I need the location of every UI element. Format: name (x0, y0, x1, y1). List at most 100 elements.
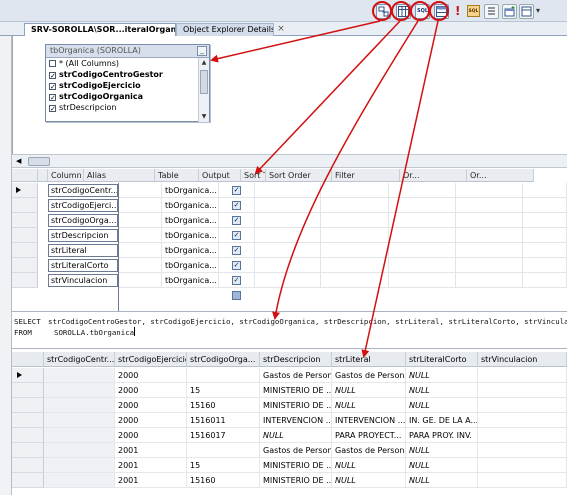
criteria-table-cell[interactable]: tbOrganica... (162, 228, 219, 243)
criteria-column-cell[interactable]: strCodigoEjerci... (48, 199, 118, 212)
results-cell[interactable]: NULL (332, 383, 406, 398)
column-list-item[interactable]: ✓ strCodigoCentroGestor (46, 69, 198, 80)
criteria-row[interactable]: strCodigoCentr... tbOrganica... ✓ (12, 183, 567, 198)
scroll-left-icon[interactable]: ◀ (16, 157, 21, 165)
results-cell[interactable]: Gastos de Personal (260, 368, 332, 383)
criteria-empty-cell[interactable] (456, 183, 523, 198)
results-column-header[interactable]: strLiteral (332, 352, 406, 367)
criteria-empty-cell[interactable] (389, 228, 456, 243)
sql-pane[interactable]: SELECT strCodigoCentroGestor, strCodigoEj… (12, 311, 567, 349)
criteria-row[interactable]: strCodigoEjerci... tbOrganica... ✓ (12, 198, 567, 213)
results-cell[interactable] (44, 413, 115, 428)
table-window-scrollbar[interactable]: ▲ ▼ (198, 58, 209, 122)
column-list-item[interactable]: ✓ strCodigoOrganica (46, 91, 198, 102)
criteria-row[interactable]: strCodigoOrga... tbOrganica... ✓ (12, 213, 567, 228)
results-cell[interactable]: Gastos de Personal (332, 443, 406, 458)
criteria-empty-cell[interactable] (219, 273, 255, 288)
results-cell[interactable]: NULL (406, 398, 478, 413)
results-cell[interactable] (44, 443, 115, 458)
results-cell[interactable]: NULL (332, 398, 406, 413)
criteria-column-header[interactable]: Alias (84, 169, 155, 182)
criteria-empty-cell[interactable] (456, 228, 523, 243)
results-cell[interactable]: 2000 (115, 383, 187, 398)
results-cell[interactable]: 2000 (115, 398, 187, 413)
criteria-column-header[interactable]: Or... (400, 169, 467, 182)
scroll-up-icon[interactable]: ▲ (199, 58, 209, 68)
results-row[interactable]: 2000 1516011 INTERVENCION ... INTERVENCION … (12, 413, 567, 428)
criteria-empty-cell[interactable] (523, 243, 567, 258)
criteria-column-header[interactable]: Output (199, 169, 241, 182)
criteria-empty-cell[interactable] (219, 243, 255, 258)
criteria-empty-cell[interactable] (456, 258, 523, 273)
results-cell[interactable]: IN. GE. DE LA A... (406, 413, 478, 428)
criteria-empty-cell[interactable] (523, 213, 567, 228)
results-cell[interactable]: PARA PROYECT... (332, 428, 406, 443)
criteria-column-header[interactable]: Table (155, 169, 199, 182)
close-tab-icon[interactable]: × (276, 24, 286, 34)
criteria-empty-cell[interactable] (219, 228, 255, 243)
results-column-header[interactable]: strVinculacion (478, 352, 567, 367)
results-cell[interactable]: 2000 (115, 368, 187, 383)
results-cell[interactable] (187, 368, 260, 383)
verify-sql-button[interactable]: SQL (467, 5, 480, 17)
column-checkbox[interactable]: ✓ (49, 72, 56, 80)
add-table-button[interactable] (502, 4, 517, 19)
column-checkbox[interactable]: ✓ (49, 94, 56, 102)
results-row-selector[interactable] (12, 383, 44, 398)
results-row-selector[interactable] (12, 413, 44, 428)
results-cell[interactable]: INTERVENCION ... (332, 413, 406, 428)
results-row-selector[interactable] (12, 368, 44, 383)
criteria-table-cell[interactable]: tbOrganica... (162, 243, 219, 258)
criteria-alias-cell[interactable] (118, 258, 162, 273)
results-cell[interactable]: 1516017 (187, 428, 260, 443)
criteria-column-header[interactable]: Column (48, 169, 84, 182)
results-cell[interactable] (44, 473, 115, 488)
results-cell[interactable]: 2001 (115, 443, 187, 458)
criteria-empty-cell[interactable] (321, 258, 389, 273)
criteria-alias-cell[interactable] (118, 213, 162, 228)
criteria-alias-cell[interactable] (118, 228, 162, 243)
criteria-empty-cell[interactable] (523, 183, 567, 198)
results-cell[interactable]: NULL (406, 383, 478, 398)
column-checkbox[interactable]: ✓ (49, 83, 56, 91)
results-cell[interactable] (44, 398, 115, 413)
criteria-empty-cell[interactable] (321, 243, 389, 258)
execute-sql-button[interactable]: ! (455, 4, 460, 18)
criteria-empty-cell[interactable] (321, 273, 389, 288)
results-cell[interactable] (44, 368, 115, 383)
criteria-empty-cell[interactable] (456, 198, 523, 213)
results-cell[interactable] (478, 398, 567, 413)
criteria-empty-cell[interactable] (255, 243, 321, 258)
criteria-empty-cell[interactable] (389, 213, 456, 228)
criteria-empty-cell[interactable] (523, 273, 567, 288)
row-selector[interactable] (12, 228, 38, 243)
diagram-horizontal-scrollbar[interactable]: ◀ (12, 154, 567, 168)
results-row-selector[interactable] (12, 398, 44, 413)
results-cell[interactable] (478, 458, 567, 473)
results-cell[interactable] (478, 413, 567, 428)
results-cell[interactable]: 2001 (115, 473, 187, 488)
results-row[interactable]: 2001 15160 MINISTERIO DE ... NULL NULL (12, 473, 567, 488)
criteria-empty-cell[interactable] (456, 243, 523, 258)
results-cell[interactable] (478, 428, 567, 443)
results-cell[interactable]: NULL (406, 473, 478, 488)
criteria-empty-cell[interactable] (219, 258, 255, 273)
criteria-row[interactable]: strDescripcion tbOrganica... ✓ (12, 228, 567, 243)
results-cell[interactable]: 15 (187, 383, 260, 398)
criteria-alias-cell[interactable] (118, 243, 162, 258)
results-cell[interactable]: 15160 (187, 398, 260, 413)
criteria-table-cell[interactable]: tbOrganica... (162, 258, 219, 273)
results-cell[interactable]: MINISTERIO DE ... (260, 383, 332, 398)
criteria-alias-cell[interactable] (118, 273, 162, 288)
criteria-new-row[interactable] (12, 288, 567, 303)
results-row[interactable]: 2000 1516017 NULL PARA PROYECT... PARA PROY.… (12, 428, 567, 443)
criteria-alias-cell[interactable] (118, 183, 162, 198)
results-cell[interactable] (478, 368, 567, 383)
results-cell[interactable] (187, 443, 260, 458)
results-row-selector[interactable] (12, 473, 44, 488)
criteria-column-cell[interactable]: strCodigoCentr... (48, 184, 118, 197)
criteria-empty-cell[interactable] (219, 213, 255, 228)
results-cell[interactable]: Gastos de Personal (332, 368, 406, 383)
results-cell[interactable]: NULL (406, 443, 478, 458)
results-row-selector[interactable] (12, 428, 44, 443)
